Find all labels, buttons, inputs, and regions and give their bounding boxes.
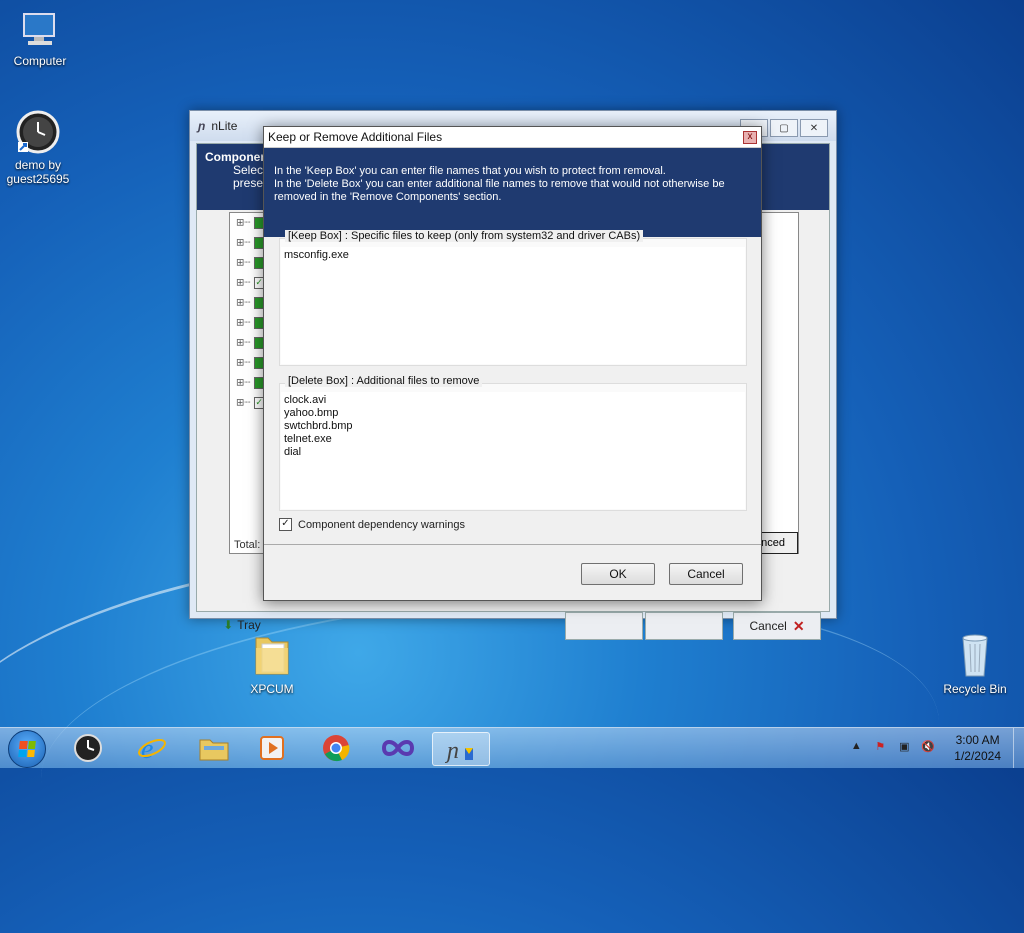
keep-remove-dialog: Keep or Remove Additional Files x In the…	[263, 126, 762, 601]
description-line-2: In the 'Delete Box' you can enter additi…	[274, 178, 725, 190]
taskbar-file-explorer[interactable]	[186, 732, 242, 764]
dependency-warnings-row[interactable]: ✓ Component dependency warnings	[279, 518, 465, 531]
keep-box-textarea[interactable]: msconfig.exe	[281, 247, 745, 364]
desktop-icon-computer[interactable]: Computer	[0, 10, 80, 68]
clock-app-icon	[74, 734, 102, 762]
action-center-flag-icon[interactable]: ⚑	[872, 740, 888, 756]
svg-text:e: e	[141, 734, 153, 763]
download-icon: ⬇	[223, 618, 234, 632]
dialog-close-button[interactable]: x	[743, 131, 757, 144]
media-player-icon	[260, 736, 284, 760]
show-hidden-icons-chevron-icon[interactable]: ▲	[848, 740, 864, 756]
internet-explorer-icon: e	[138, 734, 166, 763]
taskbar-clock[interactable]: 3:00 AM 1/2/2024	[954, 732, 1001, 764]
dialog-description-banner: In the 'Keep Box' you can enter file nam…	[264, 148, 761, 237]
taskbar-clock-app[interactable]	[60, 732, 116, 764]
clock-shortcut-icon	[16, 110, 60, 154]
desktop-icon-label: XPCUM	[250, 682, 294, 696]
taskbar-chrome[interactable]	[308, 732, 364, 764]
tree-item[interactable]: ⊞┈	[236, 297, 267, 309]
svg-text:ɲ: ɲ	[445, 738, 459, 764]
desktop-icon-label: demo by guest25695	[6, 158, 70, 186]
dialog-title-bar[interactable]: Keep or Remove Additional Files x	[264, 127, 761, 148]
taskbar-nlite[interactable]: ɲ	[432, 732, 490, 766]
tree-item[interactable]: ⊞┈ ✓	[236, 277, 267, 289]
next-button[interactable]	[645, 612, 723, 640]
close-button[interactable]: ✕	[800, 119, 828, 137]
delete-box-label: [Delete Box] : Additional files to remov…	[285, 375, 483, 387]
computer-icon	[20, 10, 60, 50]
taskbar-infinity-app[interactable]	[370, 732, 426, 764]
cancel-button[interactable]: Cancel	[669, 563, 743, 585]
ok-button[interactable]: OK	[581, 563, 655, 585]
cancel-x-icon: ✕	[792, 617, 805, 634]
taskbar: e ɲ ▲ ⚑ ▣ 🔇 3:00 AM 1/2/2024	[0, 727, 1024, 768]
dependency-warnings-label: Component dependency warnings	[298, 518, 465, 531]
volume-muted-icon[interactable]: 🔇	[920, 740, 936, 756]
nlite-logo-icon: ɲ	[198, 119, 206, 133]
tree-item[interactable]: ⊞┈	[236, 377, 267, 389]
delete-box-textarea[interactable]: clock.avi yahoo.bmp swtchbrd.bmp telnet.…	[281, 392, 745, 509]
main-cancel-button[interactable]: Cancel ✕	[733, 612, 821, 640]
desktop-icon-label: Recycle Bin	[943, 682, 1007, 696]
recycle-bin-icon	[955, 630, 995, 678]
folder-icon	[199, 739, 229, 761]
tray-label: Tray	[237, 618, 261, 632]
tree-item[interactable]: ⊞┈	[236, 257, 267, 269]
desktop-icon-demo[interactable]: demo by guest25695	[0, 110, 78, 186]
show-desktop-button[interactable]	[1013, 728, 1024, 768]
infinity-icon	[381, 740, 415, 756]
dependency-warnings-checkbox[interactable]: ✓	[279, 518, 292, 531]
description-line-1: In the 'Keep Box' you can enter file nam…	[274, 165, 666, 177]
tree-item[interactable]: ⊞┈	[236, 337, 267, 349]
tree-item[interactable]: ⊞┈	[236, 217, 267, 229]
tray-button[interactable]: ⬇ Tray	[215, 612, 269, 638]
desktop-icon-label: Computer	[13, 54, 67, 68]
taskbar-media-player[interactable]	[244, 732, 300, 764]
taskbar-internet-explorer[interactable]: e	[124, 732, 180, 764]
tree-item[interactable]: ⊞┈	[236, 317, 267, 329]
dialog-title: Keep or Remove Additional Files	[268, 130, 443, 144]
description-line-3: removed in the 'Remove Components' secti…	[274, 191, 502, 203]
nlite-icon: ɲ	[445, 738, 473, 764]
tree-item[interactable]: ⊞┈	[236, 357, 267, 369]
network-icon[interactable]: ▣	[896, 740, 912, 756]
chrome-icon	[323, 735, 350, 762]
keep-box-group: [Keep Box] : Specific files to keep (onl…	[279, 230, 747, 366]
back-button[interactable]	[565, 612, 643, 640]
clock-date: 1/2/2024	[954, 749, 1001, 763]
delete-box-group: [Delete Box] : Additional files to remov…	[279, 375, 747, 511]
clock-time: 3:00 AM	[955, 733, 1000, 747]
system-tray: ▲ ⚑ ▣ 🔇 3:00 AM 1/2/2024	[844, 728, 1024, 768]
dialog-separator	[264, 544, 761, 545]
desktop-icon-recycle-bin[interactable]: Recycle Bin	[935, 630, 1015, 696]
windows-logo-icon	[18, 741, 36, 757]
start-button[interactable]	[8, 730, 46, 768]
desktop-icon-xpcum[interactable]: XPCUM	[232, 630, 312, 696]
tree-item[interactable]: ⊞┈	[236, 237, 267, 249]
main-cancel-label: Cancel	[749, 619, 787, 633]
maximize-button[interactable]: ▢	[770, 119, 798, 137]
keep-box-label: [Keep Box] : Specific files to keep (onl…	[285, 230, 644, 242]
tree-item[interactable]: ⊞┈ ✓	[236, 397, 267, 409]
main-window-title: nLite	[211, 119, 238, 133]
